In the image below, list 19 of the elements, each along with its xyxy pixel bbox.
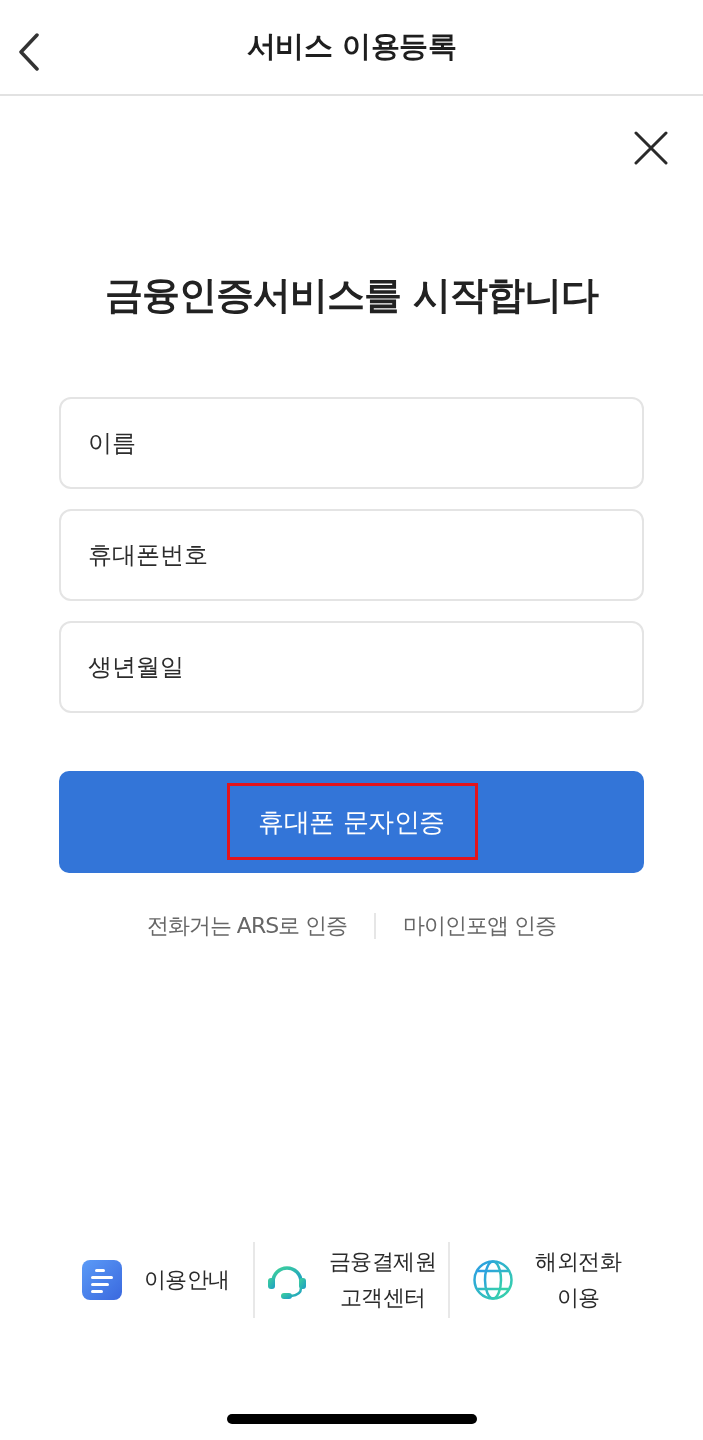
auth-option-link[interactable]: 전화거는 ARS로 인증 (146, 909, 348, 942)
main-heading: 금융인증서비스를 시작합니다 (103, 272, 600, 319)
input-field[interactable]: 휴대폰번호 (59, 509, 644, 601)
sms-verify-button[interactable]: 휴대폰 문자인증 (59, 771, 644, 873)
footer-menu-label: 해외전화 이용 (535, 1248, 622, 1312)
globe-icon (473, 1260, 514, 1300)
footer-menu-item[interactable]: 이용안내 (81, 1260, 230, 1300)
auth-option-link[interactable]: 마이인포앱 인증 (403, 909, 557, 942)
footer-menu-item[interactable]: 금융결제원 고객센터 (266, 1244, 437, 1316)
page-title: 서비스 이용등록 (246, 28, 457, 66)
close-button[interactable] (633, 130, 669, 166)
input-field[interactable]: 이름 (59, 397, 644, 489)
document-icon (81, 1260, 122, 1300)
chevron-left-icon (18, 33, 40, 71)
footer-menu-label: 이용안내 (143, 1266, 230, 1294)
footer-menu-item[interactable]: 해외전화 이용 (473, 1244, 622, 1316)
footer-menu-label: 금융결제원 고객센터 (328, 1248, 437, 1312)
input-field[interactable]: 생년월일 (59, 621, 644, 713)
close-icon (634, 131, 668, 165)
